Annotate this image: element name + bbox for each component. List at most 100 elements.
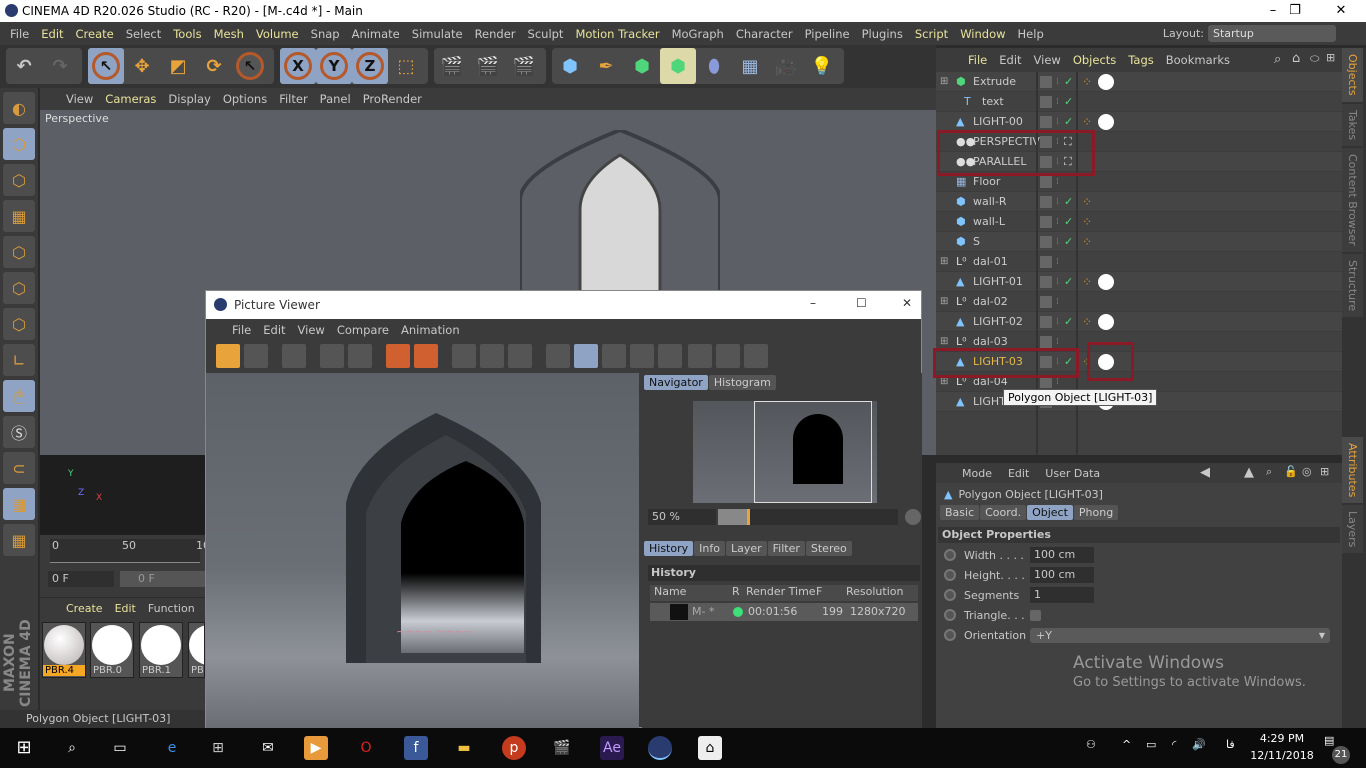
material-swatch[interactable]: PBR.0 xyxy=(90,622,134,678)
model-mode-icon[interactable]: ⬡ xyxy=(3,128,35,160)
render-view-icon[interactable]: 🎬 xyxy=(434,48,470,84)
menu-script[interactable]: Script xyxy=(909,27,954,41)
layer-visibility-icon[interactable] xyxy=(1040,275,1052,288)
editor-render-dots[interactable]: ⁞ xyxy=(1056,77,1059,87)
tab-takes[interactable]: Takes xyxy=(1342,103,1363,146)
material-swatch[interactable]: PBR.1 xyxy=(139,622,183,678)
enabled-check-icon[interactable]: ✓ xyxy=(1064,95,1073,108)
material-tag-icon[interactable] xyxy=(1098,313,1114,330)
after-effects-icon[interactable]: Ae xyxy=(600,736,624,760)
animate-radio[interactable] xyxy=(944,629,956,641)
pv-menu-animation[interactable]: Animation xyxy=(395,323,466,337)
cube-icon[interactable]: ⬢ xyxy=(552,48,588,84)
menu-simulate[interactable]: Simulate xyxy=(406,27,469,41)
menu-select[interactable]: Select xyxy=(120,27,167,41)
phong-tag-icon[interactable]: ⁘ xyxy=(1082,215,1092,229)
search-icon[interactable]: ⌕ xyxy=(60,736,84,760)
tweak-mode-icon[interactable]: 🖱 xyxy=(3,380,35,412)
editor-render-dots[interactable]: ⁞ xyxy=(1056,217,1059,227)
workplane-icon[interactable]: ▦ xyxy=(3,200,35,232)
language-indicator[interactable]: فا xyxy=(1226,738,1235,751)
object-name[interactable]: wall-R xyxy=(973,195,1006,208)
tab-layers[interactable]: Layers xyxy=(1342,505,1363,554)
enabled-check-icon[interactable]: ✓ xyxy=(1064,195,1073,208)
menu-motion-tracker[interactable]: Motion Tracker xyxy=(569,27,665,41)
object-row[interactable]: ▲ LIGHT-02 ⁞ ✓ ⁘ xyxy=(936,312,1342,332)
editor-render-dots[interactable]: ⁞ xyxy=(1056,377,1059,387)
pen-icon[interactable]: ✒ xyxy=(588,48,624,84)
volume-icon[interactable]: 🔊 xyxy=(1192,738,1206,751)
pv-menu-file[interactable]: File xyxy=(226,323,257,337)
om-menu-objects[interactable]: Objects xyxy=(1067,53,1122,67)
select-tool-icon[interactable]: ↖ xyxy=(88,48,124,84)
column-header[interactable]: Name xyxy=(654,585,686,598)
om-menu-file[interactable]: File xyxy=(962,53,993,67)
tab-history[interactable]: History xyxy=(644,541,694,556)
om-menu-view[interactable]: View xyxy=(1028,53,1067,67)
file-explorer-icon[interactable]: ▬ xyxy=(452,736,476,760)
expand-icon[interactable]: ⊞ xyxy=(940,256,948,267)
target-icon[interactable]: ◎ xyxy=(1302,465,1312,478)
layout3-icon[interactable] xyxy=(744,344,768,368)
tab-content-browser[interactable]: Content Browser xyxy=(1342,147,1363,252)
editor-render-dots[interactable]: ⁞ xyxy=(1056,197,1059,207)
lock-icon[interactable]: 🔓 xyxy=(1284,465,1298,478)
timeline[interactable]: 0 50 10 0 F 0 F xyxy=(40,535,210,597)
set-a-icon[interactable] xyxy=(630,344,654,368)
set-b-icon[interactable] xyxy=(658,344,682,368)
menu-create[interactable]: Create xyxy=(70,27,120,41)
enabled-check-icon[interactable]: ✓ xyxy=(1064,315,1073,328)
current-frame-field[interactable]: 0 F xyxy=(48,571,114,587)
undo-icon[interactable]: ↶ xyxy=(6,48,42,84)
object-name[interactable]: dal-03 xyxy=(973,335,1008,348)
layout-icon[interactable] xyxy=(688,344,712,368)
viewport-menu-filter[interactable]: Filter xyxy=(273,92,313,106)
render-picture-viewer-icon[interactable]: 🎬 xyxy=(470,48,506,84)
object-name[interactable]: Extrude xyxy=(973,75,1016,88)
material-menu-function[interactable]: Function xyxy=(148,602,195,615)
object-name[interactable]: text xyxy=(982,95,1004,108)
material-tag-icon[interactable] xyxy=(1098,273,1114,290)
editor-render-dots[interactable]: ⁞ xyxy=(1056,237,1059,247)
object-row[interactable]: ⊞ L⁰ dal-02 ⁞ xyxy=(936,292,1342,312)
tab-stereo[interactable]: Stereo xyxy=(805,541,852,556)
ab-compare-icon[interactable] xyxy=(546,344,570,368)
layer-visibility-icon[interactable] xyxy=(1040,115,1052,128)
menu-snap[interactable]: Snap xyxy=(305,27,346,41)
viewport-menu-cameras[interactable]: Cameras xyxy=(99,92,162,106)
object-row[interactable]: ⬢ wall-L ⁞ ✓ ⁘ xyxy=(936,212,1342,232)
magnet-icon[interactable]: ⊂ xyxy=(3,452,35,484)
material-swatch[interactable]: PB xyxy=(188,622,205,678)
make-editable-icon[interactable]: ◐ xyxy=(3,92,35,124)
mail-icon[interactable]: ✉ xyxy=(256,736,280,760)
om-menu-edit[interactable]: Edit xyxy=(993,53,1027,67)
points-mode-icon[interactable]: ⬡ xyxy=(3,236,35,268)
planar-workplane-icon[interactable]: ▦ xyxy=(3,524,35,556)
editor-render-dots[interactable]: ⁞ xyxy=(1056,337,1059,347)
object-name[interactable]: dal-01 xyxy=(973,255,1008,268)
clock-date[interactable]: 12/11/2018 xyxy=(1250,749,1314,762)
viewport-menu-panel[interactable]: Panel xyxy=(314,92,357,106)
ab-swap-icon[interactable] xyxy=(602,344,626,368)
menu-render[interactable]: Render xyxy=(469,27,522,41)
tab-structure[interactable]: Structure xyxy=(1342,253,1363,317)
material-tag-icon[interactable] xyxy=(1098,113,1114,130)
edge-icon[interactable]: e xyxy=(160,736,184,760)
coordinate-system-icon[interactable]: ⬚ xyxy=(388,48,424,84)
tab-coord[interactable]: Coord. xyxy=(980,505,1027,520)
x-axis-lock-button[interactable]: X xyxy=(280,48,316,84)
movie-icon[interactable]: 🎬 xyxy=(550,736,574,760)
powerpoint-icon[interactable]: p xyxy=(502,736,526,760)
array-icon[interactable]: ⬢ xyxy=(660,48,696,84)
layer-visibility-icon[interactable] xyxy=(1040,215,1052,228)
render-region2-icon[interactable] xyxy=(414,344,438,368)
editor-render-dots[interactable]: ⁞ xyxy=(1056,317,1059,327)
zoom-field[interactable]: 50 % xyxy=(648,509,716,525)
layer-visibility-icon[interactable] xyxy=(1040,255,1052,268)
show-hidden-icons[interactable]: ^ xyxy=(1122,738,1131,751)
phong-tag-icon[interactable]: ⁘ xyxy=(1082,275,1092,289)
object-row[interactable]: ⬢ S ⁞ ✓ ⁘ xyxy=(936,232,1342,252)
pv-close-button[interactable]: ✕ xyxy=(902,296,912,310)
material-swatch[interactable]: PBR.4 xyxy=(42,622,86,678)
editor-render-dots[interactable]: ⁞ xyxy=(1056,257,1059,267)
